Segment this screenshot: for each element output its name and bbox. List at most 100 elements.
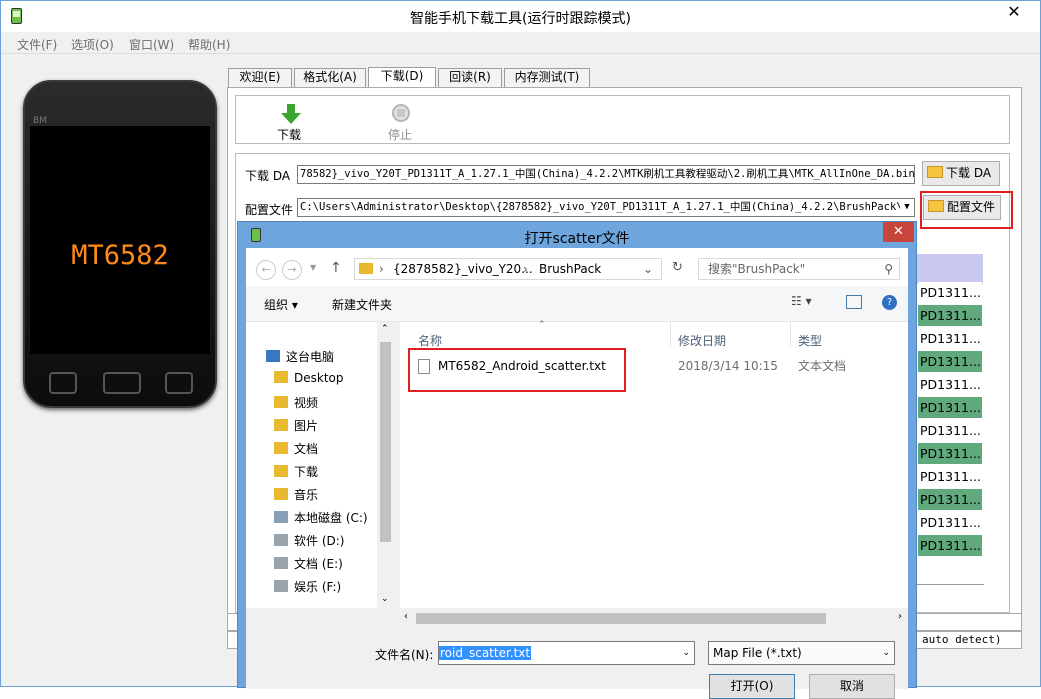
stop-toolbar-button[interactable]: 停止 xyxy=(388,102,414,142)
filename-input[interactable]: roid_scatter.txt ⌄ xyxy=(438,641,695,665)
download-arrow-icon xyxy=(281,104,301,124)
scroll-up-icon[interactable]: ⌃ xyxy=(381,324,389,334)
file-date: 2018/3/14 10:15 xyxy=(678,359,778,373)
menu-options[interactable]: 选项(O) xyxy=(71,36,114,53)
tab-memory-test[interactable]: 内存测试(T) xyxy=(504,68,590,87)
address-bar[interactable]: › {2878582}_vivo_Y20... › BrushPack ⌄ xyxy=(354,258,662,280)
highlight-box-config xyxy=(920,191,1013,229)
column-name[interactable]: 名称 xyxy=(418,332,442,349)
tree-item[interactable]: 视频 xyxy=(274,394,318,411)
tab-download[interactable]: 下载(D) xyxy=(368,67,436,88)
chip-label: MT6582 xyxy=(71,240,169,271)
up-icon[interactable]: ↑ xyxy=(330,260,342,276)
stop-toolbar-label: 停止 xyxy=(388,128,413,142)
drive-icon xyxy=(274,557,288,569)
partition-row[interactable]: PD1311... xyxy=(918,443,982,465)
phone-image: BM MT6582 xyxy=(23,80,217,408)
preview-pane-icon[interactable] xyxy=(846,295,862,309)
config-path-value: C:\Users\Administrator\Desktop\{2878582}… xyxy=(300,201,915,213)
pictures-folder-icon xyxy=(274,419,288,431)
new-folder-button[interactable]: 新建文件夹 xyxy=(332,296,392,313)
download-toolbar-button[interactable]: 下载 xyxy=(277,102,304,142)
chevron-right-icon: › xyxy=(379,262,384,276)
breadcrumb-current[interactable]: BrushPack xyxy=(539,259,601,279)
tree-scroll-thumb[interactable] xyxy=(380,342,391,542)
partition-row[interactable]: PD1311... xyxy=(918,282,982,304)
command-bar: 组织 ▾ 新建文件夹 ☷ ▾ ? xyxy=(246,286,908,322)
menu-file[interactable]: 文件(F) xyxy=(17,36,57,53)
forward-icon[interactable]: → xyxy=(282,260,302,280)
partition-row[interactable]: PD1311... xyxy=(918,489,982,511)
tree-item[interactable]: Desktop xyxy=(274,371,344,385)
system-drive-icon xyxy=(274,511,288,523)
tab-welcome[interactable]: 欢迎(E) xyxy=(228,68,292,87)
download-da-button-label: 下载 DA xyxy=(946,166,992,180)
download-da-button[interactable]: 下载 DA xyxy=(922,161,1000,186)
partition-row[interactable]: PD1311... xyxy=(918,305,982,327)
view-options-icon[interactable]: ☷ ▾ xyxy=(791,294,812,308)
documents-folder-icon xyxy=(274,442,288,454)
refresh-icon[interactable]: ↻ xyxy=(672,260,683,275)
computer-icon xyxy=(266,350,280,362)
dialog-body: ← → ▼ ↑ › {2878582}_vivo_Y20... › BrushP… xyxy=(246,248,908,699)
dialog-close-button[interactable]: ✕ xyxy=(883,222,914,242)
stop-icon xyxy=(392,104,410,122)
file-list-hscrollbar[interactable]: ‹ › xyxy=(400,610,908,627)
filename-label: 文件名(N): xyxy=(375,648,434,662)
folder-icon xyxy=(359,263,373,274)
filetype-select[interactable]: Map File (*.txt) ⌄ xyxy=(708,641,895,665)
menu-window[interactable]: 窗口(W) xyxy=(129,36,174,53)
hscroll-thumb[interactable] xyxy=(416,613,826,624)
partition-row[interactable]: PD1311... xyxy=(918,466,982,488)
back-icon[interactable]: ← xyxy=(256,260,276,280)
tree-item[interactable]: 图片 xyxy=(274,417,318,434)
folder-icon xyxy=(927,166,943,178)
tree-item[interactable]: 软件 (D:) xyxy=(274,532,344,549)
search-icon: ⚲ xyxy=(884,262,893,276)
config-path-select[interactable]: C:\Users\Administrator\Desktop\{2878582}… xyxy=(297,198,915,217)
help-icon[interactable]: ? xyxy=(882,295,897,310)
organize-button[interactable]: 组织 ▾ xyxy=(264,296,298,313)
partition-row[interactable]: PD1311... xyxy=(918,420,982,442)
dialog-title: 打开scatter文件 xyxy=(524,231,630,247)
chevron-down-icon[interactable]: ⌄ xyxy=(643,259,653,279)
breadcrumb-parent[interactable]: {2878582}_vivo_Y20... xyxy=(393,259,533,279)
scroll-left-icon[interactable]: ‹ xyxy=(404,611,408,622)
home-key-icon xyxy=(103,372,141,394)
partition-row[interactable]: PD1311... xyxy=(918,397,982,419)
partition-row[interactable]: PD1311... xyxy=(918,374,982,396)
tree-item[interactable]: 文档 xyxy=(274,440,318,457)
tree-item[interactable]: 文档 (E:) xyxy=(274,555,343,572)
tab-format[interactable]: 格式化(A) xyxy=(294,68,366,87)
scroll-down-icon[interactable]: ⌄ xyxy=(381,594,389,604)
tree-item-label: Desktop xyxy=(294,371,344,385)
partition-row[interactable]: PD1311... xyxy=(918,351,982,373)
tree-item[interactable]: 本地磁盘 (C:) xyxy=(274,509,368,526)
dialog-footer: 文件名(N): roid_scatter.txt ⌄ Map File (*.t… xyxy=(246,628,908,699)
column-date[interactable]: 修改日期 xyxy=(678,332,726,349)
tree-item[interactable]: 这台电脑 xyxy=(266,348,334,365)
main-window: 智能手机下载工具(运行时跟踪模式) ✕ 文件(F) 选项(O) 窗口(W) 帮助… xyxy=(0,0,1041,699)
back-key-icon xyxy=(165,372,193,394)
chevron-right-icon: › xyxy=(523,262,528,276)
search-input[interactable]: 搜索"BrushPack" ⚲ xyxy=(698,258,900,280)
drive-icon xyxy=(274,580,288,592)
recent-dropdown-icon[interactable]: ▼ xyxy=(310,263,316,272)
tree-item[interactable]: 下载 xyxy=(274,463,318,480)
close-button[interactable]: ✕ xyxy=(991,1,1037,24)
partition-row[interactable]: PD1311... xyxy=(918,328,982,350)
tab-readback[interactable]: 回读(R) xyxy=(438,68,502,87)
tree-item[interactable]: 娱乐 (F:) xyxy=(274,578,341,595)
scroll-right-icon[interactable]: › xyxy=(898,611,902,622)
tree-scrollbar[interactable]: ⌃ ⌄ xyxy=(377,322,394,608)
menu-help[interactable]: 帮助(H) xyxy=(188,36,230,53)
partition-row[interactable]: PD1311... xyxy=(918,512,982,534)
column-divider xyxy=(670,322,671,346)
download-da-path[interactable]: 78582}_vivo_Y20T_PD1311T_A_1.27.1_中国(Chi… xyxy=(297,165,915,184)
chevron-down-icon[interactable]: ⌄ xyxy=(682,642,690,664)
partition-row[interactable]: PD1311... xyxy=(918,535,982,557)
column-type[interactable]: 类型 xyxy=(798,332,822,349)
sort-arrow-icon: ⌃ xyxy=(538,320,546,330)
tree-item[interactable]: 音乐 xyxy=(274,486,318,503)
tree-item-label: 音乐 xyxy=(294,488,319,502)
